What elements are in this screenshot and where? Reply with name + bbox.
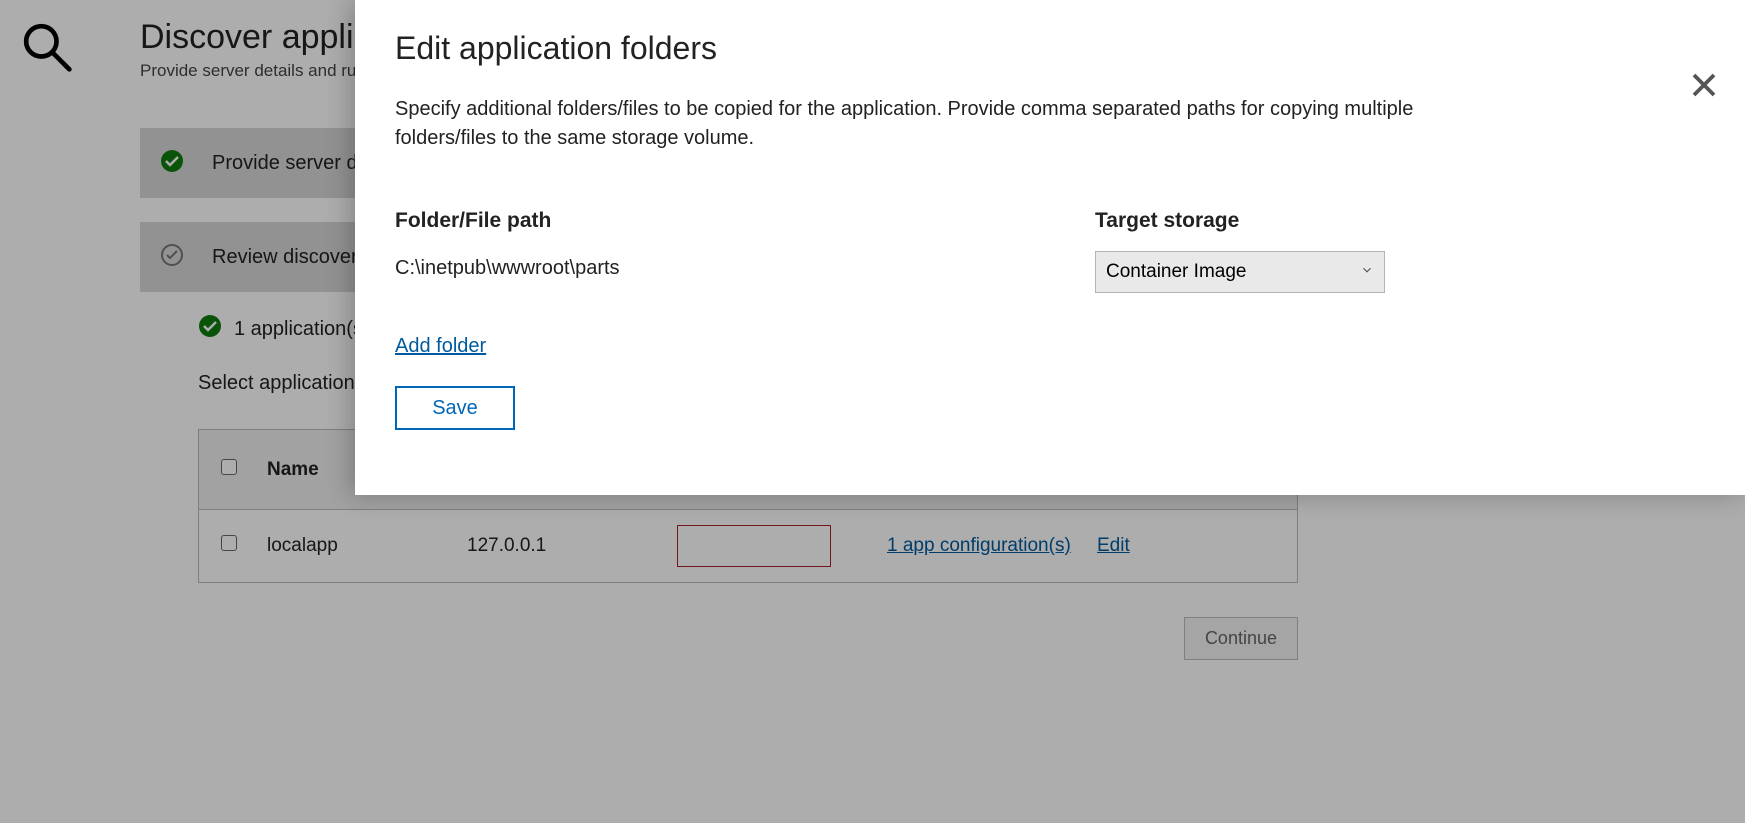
chevron-down-icon <box>1360 261 1374 283</box>
target-storage-select[interactable]: Container Image <box>1095 251 1385 293</box>
add-folder-link[interactable]: Add folder <box>395 335 486 358</box>
target-storage-column: Target storage Container Image <box>1095 209 1555 293</box>
folder-path-column: Folder/File path C:\inetpub\wwwroot\part… <box>395 209 1075 293</box>
modal-description: Specify additional folders/files to be c… <box>395 95 1455 153</box>
target-storage-header: Target storage <box>1095 209 1555 233</box>
save-button[interactable]: Save <box>395 386 515 430</box>
modal-title: Edit application folders <box>395 30 1705 67</box>
edit-application-folders-modal: Edit application folders Specify additio… <box>355 0 1745 495</box>
target-storage-selected: Container Image <box>1106 261 1246 283</box>
folder-path-header: Folder/File path <box>395 209 1075 233</box>
close-icon[interactable] <box>1689 70 1719 105</box>
folder-path-value: C:\inetpub\wwwroot\parts <box>395 257 1075 280</box>
